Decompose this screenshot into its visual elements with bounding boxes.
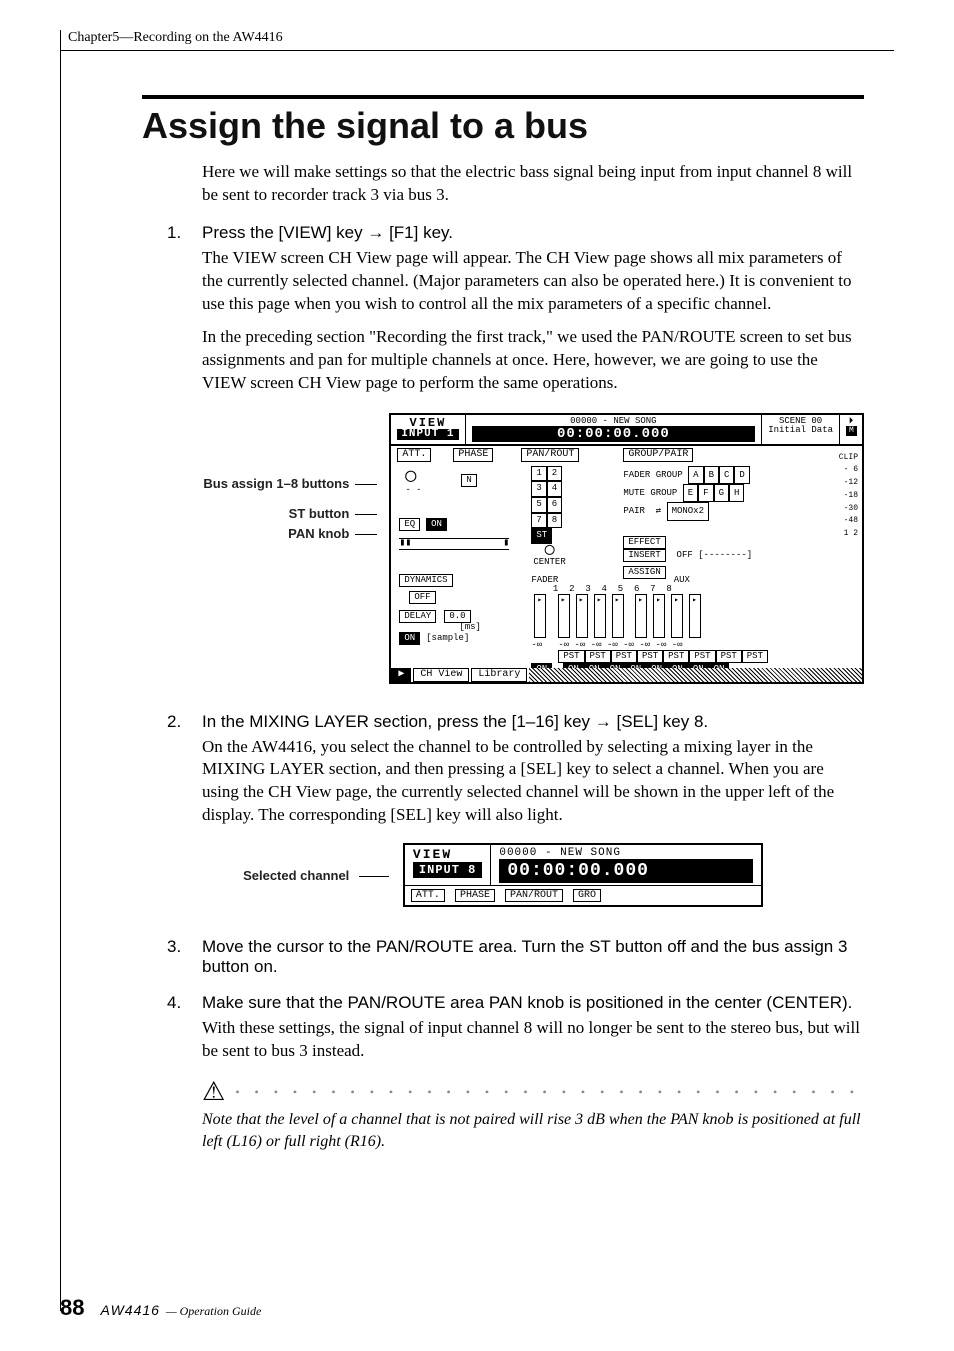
step-number: 2.	[167, 712, 202, 732]
grouppair-box: GROUP/PAIR	[623, 448, 693, 462]
step-title-a: Press the [VIEW] key	[202, 223, 367, 242]
mtc-icon: ⏵	[846, 417, 856, 426]
lcd-input-label: INPUT 1	[397, 429, 458, 440]
arrow-icon: →	[595, 712, 617, 731]
delay-on: ON	[399, 632, 420, 645]
lcd2-gro: GRO	[573, 889, 601, 902]
lcd2-phase: PHASE	[455, 889, 495, 902]
callout-bus-assign: Bus assign 1–8 buttons	[142, 475, 377, 493]
tab-library: Library	[471, 668, 527, 682]
step-number: 4.	[167, 993, 202, 1013]
aux-label: AUX	[674, 575, 690, 585]
lcd-screen-crop: VIEW INPUT 8 00000 - NEW SONG 00:00:00.0…	[403, 843, 763, 907]
delay-val: 0.0	[444, 610, 470, 623]
step-para: With these settings, the signal of input…	[202, 1017, 864, 1063]
chapter-label: Chapter5—Recording on the AW4416	[68, 30, 894, 48]
insert-box: INSERT	[623, 549, 665, 562]
mono-box: MONOx2	[667, 502, 709, 520]
step-title: Move the cursor to the PAN/ROUTE area. T…	[202, 937, 864, 977]
lcd-screen-full: VIEW INPUT 1 00000 - NEW SONG 00:00:00.0…	[389, 413, 864, 684]
delay-ms: [ms]	[459, 623, 481, 632]
lcd2-time: 00:00:00.000	[499, 859, 753, 883]
lcd2-view: VIEW	[413, 847, 482, 862]
lcd2-song: 00000 - NEW SONG	[499, 847, 753, 859]
phase-box: PHASE	[453, 448, 493, 462]
figure-ch-view: Bus assign 1–8 buttons ST button PAN kno…	[142, 413, 864, 684]
att-knob-icon: ◯	[405, 467, 416, 487]
left-rule	[60, 30, 61, 1311]
page-footer: 88 AW4416 — Operation Guide	[60, 1295, 261, 1321]
callout-st-button: ST button	[142, 505, 377, 523]
meter-scale: CLIP - 6 -12 -18 -30 -48 1 2	[839, 452, 858, 542]
delay-box: DELAY	[399, 610, 436, 623]
dynamics-box: DYNAMICS	[399, 574, 452, 587]
arrow-icon: →	[367, 223, 389, 242]
dyn-off: OFF	[409, 591, 435, 604]
callout-pan-knob: PAN knob	[142, 525, 377, 543]
eq-on: ON	[426, 518, 447, 531]
model-label: AW4416	[100, 1302, 159, 1318]
step-1: 1. Press the [VIEW] key → [F1] key. The …	[167, 223, 864, 395]
lcd-initial: Initial Data	[768, 426, 833, 435]
note-text: Note that the level of a channel that is…	[202, 1109, 864, 1152]
step-number: 3.	[167, 937, 202, 957]
warning-icon: ⚠	[202, 1079, 225, 1105]
effect-box: EFFECT	[623, 536, 665, 549]
att-box: ATT.	[397, 448, 431, 462]
intro-paragraph: Here we will make settings so that the e…	[202, 161, 864, 207]
title-rule	[142, 95, 864, 99]
lcd2-panrout: PAN/ROUT	[505, 889, 563, 902]
fader-group-label: FADER GROUP	[623, 470, 682, 480]
warning-note: ⚠ • • • • • • • • • • • • • • • • • • • …	[202, 1079, 864, 1152]
step-title: Make sure that the PAN/ROUTE area PAN kn…	[202, 993, 852, 1013]
header-rule	[60, 50, 894, 51]
step-4: 4. Make sure that the PAN/ROUTE area PAN…	[167, 993, 864, 1063]
step-number: 1.	[167, 223, 202, 243]
eq-box: EQ	[399, 518, 420, 531]
phase-n-box: N	[461, 474, 476, 487]
step-title-a: In the MIXING LAYER section, press the […	[202, 712, 595, 731]
fader-icon	[534, 594, 546, 638]
tab-ch-view: CH View	[413, 668, 469, 682]
lcd2-att: ATT.	[411, 889, 445, 902]
step-3: 3. Move the cursor to the PAN/ROUTE area…	[167, 937, 864, 977]
m-icon: M	[846, 426, 857, 436]
mute-group-label: MUTE GROUP	[623, 488, 677, 498]
pair-label: PAIR	[623, 506, 645, 516]
play-icon: ▶	[391, 668, 411, 682]
center-label: CENTER	[533, 558, 565, 567]
step-2: 2. In the MIXING LAYER section, press th…	[167, 712, 864, 828]
lcd2-input: INPUT 8	[413, 862, 482, 878]
page-number: 88	[60, 1295, 84, 1321]
panrout-box: PAN/ROUT	[521, 448, 579, 462]
step-para: On the AW4416, you select the channel to…	[202, 736, 864, 828]
fader-label: FADER	[531, 575, 558, 585]
step-title-b: [F1] key.	[389, 223, 453, 242]
delay-sample: [sample]	[426, 633, 469, 643]
guide-label: — Operation Guide	[166, 1304, 261, 1319]
step-para: The VIEW screen CH View page will appear…	[202, 247, 864, 316]
figure-selected-channel: Selected channel VIEW INPUT 8 00000 - NE…	[142, 843, 864, 907]
step-para: In the preceding section "Recording the …	[202, 326, 864, 395]
lcd-timecode: 00:00:00.000	[472, 426, 756, 442]
off-label: OFF	[677, 550, 693, 560]
callout-selected-channel: Selected channel	[243, 868, 349, 883]
lcd-song: 00000 - NEW SONG	[472, 417, 756, 426]
lcd-view-label: VIEW	[397, 417, 458, 429]
pan-knob-icon: ◯	[545, 541, 555, 559]
dot-leader: • • • • • • • • • • • • • • • • • • • • …	[235, 1084, 864, 1100]
step-title-b: [SEL] key 8.	[617, 712, 709, 731]
page-title: Assign the signal to a bus	[142, 105, 864, 147]
